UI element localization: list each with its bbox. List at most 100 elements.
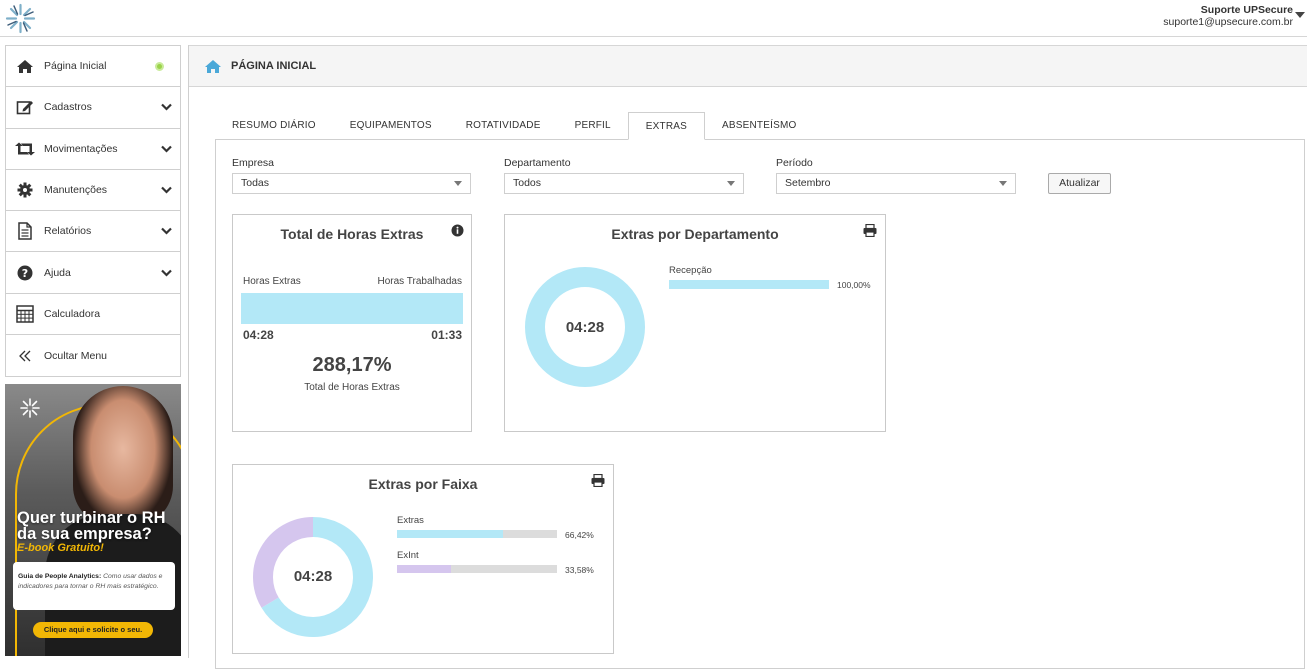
- tab-perfil[interactable]: PERFIL: [558, 112, 628, 140]
- extras-por-departamento-panel: Extras por Departamento 04:28 Recepção 1…: [504, 214, 886, 432]
- sidebar-item-label: Movimentações: [44, 142, 118, 155]
- sidebar-item-relatorios[interactable]: Relatórios: [6, 211, 180, 253]
- tab-rotatividade[interactable]: ROTATIVIDADE: [449, 112, 558, 140]
- sidebar-menu: Página Inicial Cadastros Movimentações M…: [5, 45, 181, 378]
- chevron-down-icon[interactable]: [152, 186, 180, 194]
- sidebar-item-label: Ajuda: [44, 266, 71, 279]
- page-header: PÁGINA INICIAL: [189, 45, 1307, 87]
- tab-absenteismo[interactable]: ABSENTEÍSMO: [705, 112, 813, 140]
- status-dot-icon: [155, 61, 164, 71]
- chevron-down-icon: [727, 181, 735, 186]
- sidebar-item-pagina-inicial[interactable]: Página Inicial: [6, 46, 180, 88]
- horas-trabalhadas-value: 01:33: [431, 328, 462, 342]
- info-icon[interactable]: [451, 224, 464, 237]
- faixa-item-bar-track: [397, 530, 557, 538]
- faixa-panel-title: Extras por Faixa: [368, 476, 478, 492]
- banner-logo-icon: [20, 398, 40, 418]
- faixa-item-bar-track: [397, 565, 557, 573]
- total-percent-value: 288,17%: [312, 354, 392, 376]
- dept-item-bar-fill: [669, 280, 829, 289]
- departamento-label: Departamento: [504, 157, 571, 169]
- question-icon: ?: [6, 265, 44, 281]
- atualizar-button[interactable]: Atualizar: [1048, 173, 1111, 194]
- horas-extras-value: 04:28: [243, 328, 274, 342]
- user-menu-caret-icon[interactable]: [1295, 12, 1305, 18]
- tab-equipamentos[interactable]: EQUIPAMENTOS: [333, 112, 449, 140]
- periodo-label: Período: [776, 157, 813, 169]
- sidebar-item-label: Cadastros: [44, 101, 92, 114]
- banner-subtitle: E-book Gratuito!: [17, 542, 104, 554]
- print-icon[interactable]: [591, 474, 605, 487]
- empresa-select[interactable]: Todas: [232, 173, 471, 194]
- tab-resumo-diario[interactable]: RESUMO DIÁRIO: [215, 112, 333, 140]
- total-horas-extras-panel: Total de Horas Extras Horas Extras Horas…: [232, 214, 472, 432]
- chevron-down-icon[interactable]: [152, 103, 180, 111]
- banner-card: Guia de People Analytics: Como usar dado…: [13, 562, 175, 610]
- retweet-icon: [6, 142, 44, 156]
- sidebar-item-ocultar-menu[interactable]: Ocultar Menu: [6, 335, 180, 376]
- top-bar: Suporte UPSecure suporte1@upsecure.com.b…: [0, 0, 1307, 37]
- page-title: PÁGINA INICIAL: [231, 60, 317, 72]
- banner-headline-line-2: da sua empresa?: [17, 525, 152, 543]
- sidebar-item-cadastros[interactable]: Cadastros: [6, 87, 180, 129]
- sidebar-item-label: Relatórios: [44, 225, 92, 238]
- empresa-select-value: Todas: [241, 177, 270, 189]
- svg-text:?: ?: [22, 267, 28, 280]
- extras-por-faixa-panel: Extras por Faixa 04:28 Extras 66,42% ExI…: [232, 464, 614, 654]
- main-content: PÁGINA INICIAL RESUMO DIÁRIO EQUIPAMENTO…: [188, 45, 1307, 669]
- sidebar-item-label: Manutenções: [44, 184, 108, 197]
- sidebar-item-label: Página Inicial: [44, 60, 107, 73]
- total-bar-track: [241, 293, 463, 324]
- sidebar-item-label: Calculadora: [44, 307, 101, 320]
- horas-extras-label: Horas Extras: [243, 276, 301, 287]
- periodo-select-value: Setembro: [785, 177, 831, 189]
- dept-panel-title: Extras por Departamento: [611, 226, 779, 242]
- faixa-item-percent-exint: 33,58%: [565, 565, 594, 575]
- total-bar-fill: [241, 293, 463, 324]
- edit-icon: [6, 99, 44, 115]
- sidebar-item-calculadora[interactable]: Calculadora: [6, 294, 180, 336]
- dept-donut-center-value: 04:28: [565, 319, 605, 336]
- sidebar: Página Inicial Cadastros Movimentações M…: [5, 45, 181, 378]
- banner-person-photo: [73, 386, 173, 526]
- chevron-down-icon[interactable]: [152, 227, 180, 235]
- home-icon: [205, 59, 221, 73]
- faixa-item-label-extras: Extras: [397, 515, 424, 526]
- periodo-select[interactable]: Setembro: [776, 173, 1016, 194]
- departamento-select[interactable]: Todos: [504, 173, 744, 194]
- user-menu[interactable]: Suporte UPSecure suporte1@upsecure.com.b…: [1163, 4, 1293, 28]
- empresa-label: Empresa: [232, 157, 275, 169]
- file-icon: [6, 222, 44, 241]
- dept-item-percent: 100,00%: [837, 280, 871, 290]
- banner-headline: Quer turbinar o RH da sua empresa?: [17, 510, 166, 543]
- tab-bar: RESUMO DIÁRIO EQUIPAMENTOS ROTATIVIDADE …: [215, 112, 813, 140]
- total-percent-label: Total de Horas Extras: [304, 382, 400, 393]
- ebook-banner[interactable]: Quer turbinar o RH da sua empresa? E-boo…: [5, 384, 181, 656]
- tab-extras[interactable]: EXTRAS: [627, 112, 706, 140]
- user-email: suporte1@upsecure.com.br: [1163, 16, 1293, 28]
- tab-panel-extras: Empresa Todas Departamento Todos Período…: [215, 139, 1305, 669]
- faixa-donut-center-value: 04:28: [293, 568, 333, 585]
- double-chevron-left-icon: [6, 350, 44, 362]
- home-icon: [6, 59, 44, 74]
- print-icon[interactable]: [863, 224, 877, 237]
- departamento-select-value: Todos: [513, 177, 542, 189]
- user-name: Suporte UPSecure: [1200, 4, 1293, 16]
- chevron-down-icon[interactable]: [152, 145, 180, 153]
- app-logo[interactable]: [4, 2, 37, 35]
- chevron-down-icon: [999, 181, 1007, 186]
- horas-trabalhadas-label: Horas Trabalhadas: [377, 276, 463, 287]
- calculator-icon: [6, 305, 44, 323]
- faixa-donut-slice-1: [253, 517, 314, 608]
- faixa-item-percent-extras: 66,42%: [565, 530, 594, 540]
- banner-card-bold: Guia de People Analytics:: [18, 573, 102, 580]
- faixa-item-label-exint: ExInt: [397, 550, 419, 561]
- banner-cta-button[interactable]: Clique aqui e solicite o seu.: [33, 622, 153, 638]
- sidebar-item-movimentacoes[interactable]: Movimentações: [6, 129, 180, 170]
- dept-item-label: Recepção: [669, 265, 712, 276]
- chevron-down-icon: [454, 181, 462, 186]
- chevron-down-icon[interactable]: [152, 269, 180, 277]
- faixa-item-bar-fill-extras: [397, 530, 504, 538]
- sidebar-item-manutencoes[interactable]: Manutenções: [6, 170, 180, 212]
- sidebar-item-ajuda[interactable]: ? Ajuda: [6, 252, 180, 294]
